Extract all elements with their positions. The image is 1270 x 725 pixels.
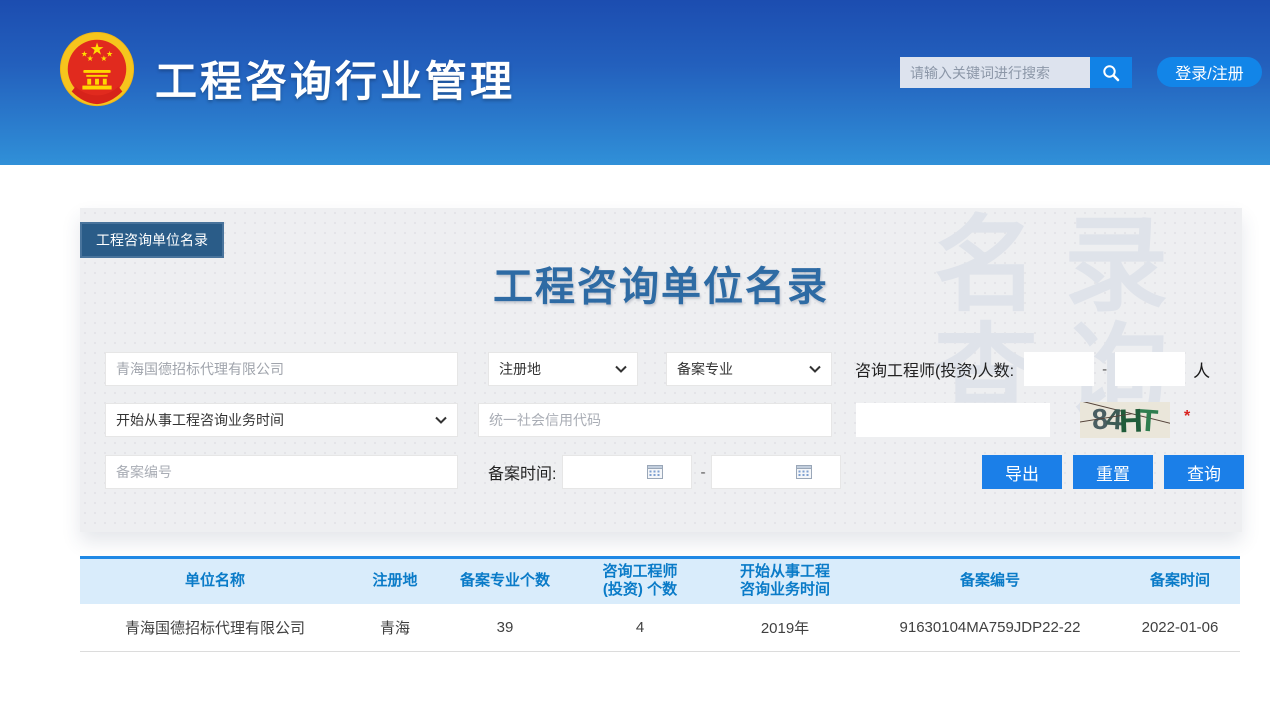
chevron-down-icon [615,365,627,373]
col-header-registration-place: 注册地 [350,558,440,604]
svg-text:★: ★ [106,49,113,58]
col-header-engineer-count: 咨询工程师 (投资) 个数 [570,558,710,604]
col-header-record-time: 备案时间 [1120,558,1240,604]
required-asterisk: * [1184,408,1190,426]
directory-search-panel: 名录 查询 工程咨询单位名录 工程咨询单位名录 注册地 备案专业 咨询工程师(投… [80,208,1242,532]
cell-start-time: 2019年 [710,604,860,652]
calendar-icon [647,465,663,479]
calendar-icon [796,465,812,479]
header-search [900,57,1132,88]
record-specialty-select-value: 备案专业 [677,359,733,379]
date-range-dash: - [700,464,705,481]
action-buttons: 导出 重置 查询 [982,455,1244,489]
engineer-count-label: 咨询工程师(投资)人数: [855,357,1014,381]
company-name-input[interactable] [105,352,458,386]
col-header-unit-name: 单位名称 [80,558,350,604]
background-watermark: 名录 查询 [934,212,1194,428]
export-button[interactable]: 导出 [982,455,1062,489]
engineer-count-max-input[interactable] [1115,352,1185,386]
login-register-button[interactable]: 登录/注册 [1157,57,1262,87]
query-button[interactable]: 查询 [1164,455,1244,489]
start-business-time-select[interactable]: 开始从事工程咨询业务时间 [105,403,458,437]
captcha-input[interactable] [856,403,1050,437]
record-time-start-date-input[interactable] [562,455,692,489]
search-input[interactable] [900,57,1090,88]
range-dash: - [1102,361,1107,378]
site-header: ★ ★ ★ ★ ★ 工程咨询行业管理 登录/注册 [0,0,1270,165]
chevron-down-icon [435,416,447,424]
engineer-count-unit: 人 [1193,357,1210,382]
col-header-specialty-count: 备案专业个数 [440,558,570,604]
chevron-down-icon [809,365,821,373]
search-form-row-1: 注册地 备案专业 咨询工程师(投资)人数: - 人 [105,352,1222,386]
record-time-label: 备案时间: [488,460,556,484]
search-form-row-2: 开始从事工程咨询业务时间 84HT * [105,403,1222,437]
col-header-start-time: 开始从事工程 咨询业务时间 [710,558,860,604]
tab-consulting-unit-directory[interactable]: 工程咨询单位名录 [80,222,224,258]
svg-text:★: ★ [87,54,94,63]
page-title: 工程咨询单位名录 [80,254,1242,312]
registration-place-select-value: 注册地 [499,359,541,379]
search-button[interactable] [1090,57,1132,88]
table-row[interactable]: 青海国德招标代理有限公司 青海 39 4 2019年 91630104MA759… [80,604,1240,652]
credit-code-input[interactable] [478,403,832,437]
cell-record-time: 2022-01-06 [1120,604,1240,652]
record-number-input[interactable] [105,455,458,489]
captcha-image[interactable]: 84HT [1080,402,1170,438]
cell-unit-name: 青海国德招标代理有限公司 [80,604,350,652]
search-form-row-3: 备案时间: - 导出 重置 [105,455,1222,489]
record-time-end-date-input[interactable] [711,455,841,489]
results-table: 单位名称 注册地 备案专业个数 咨询工程师 (投资) 个数 开始从事工程 咨询业… [80,556,1240,652]
site-title: 工程咨询行业管理 [155,48,515,109]
col-header-record-number: 备案编号 [860,558,1120,604]
registration-place-select[interactable]: 注册地 [488,352,638,386]
engineer-count-min-input[interactable] [1024,352,1094,386]
cell-engineer-count: 4 [570,604,710,652]
cell-specialty-count: 39 [440,604,570,652]
cell-record-number: 91630104MA759JDP22-22 [860,604,1120,652]
reset-button[interactable]: 重置 [1073,455,1153,489]
captcha-text: 84HT [1092,404,1158,437]
national-emblem-logo: ★ ★ ★ ★ ★ [58,30,136,110]
start-business-time-select-value: 开始从事工程咨询业务时间 [116,410,284,430]
record-specialty-select[interactable]: 备案专业 [666,352,832,386]
table-header-row: 单位名称 注册地 备案专业个数 咨询工程师 (投资) 个数 开始从事工程 咨询业… [80,558,1240,604]
search-icon [1102,64,1120,82]
cell-registration-place: 青海 [350,604,440,652]
